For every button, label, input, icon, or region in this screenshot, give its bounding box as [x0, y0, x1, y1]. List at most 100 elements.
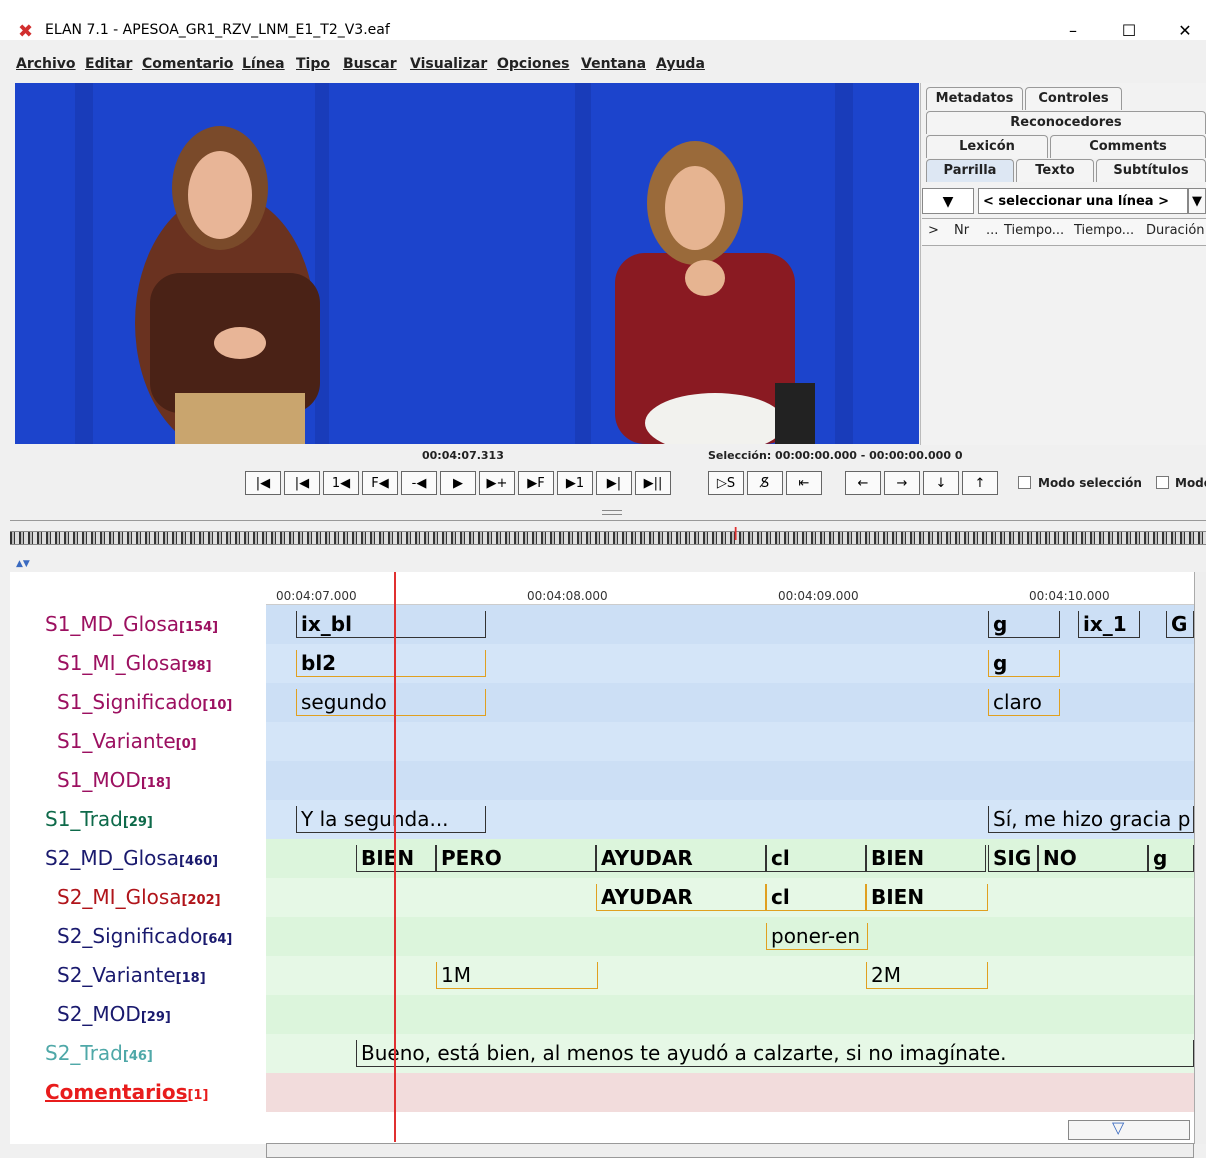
tier-name-s2_mod[interactable]: S2_MOD[29] [10, 995, 266, 1034]
menu-ayuda[interactable]: Ayuda [656, 56, 705, 72]
selection-begin-button[interactable]: ⇤ [786, 471, 822, 495]
previous-frame-button[interactable]: F◀ [362, 471, 398, 495]
grid-col-duracion[interactable]: Duración [1146, 223, 1205, 238]
annotation[interactable]: segundo [296, 689, 486, 716]
tab-texto[interactable]: Texto [1016, 159, 1094, 182]
next-scrollview-button[interactable]: ▶| [596, 471, 632, 495]
annotation[interactable]: Y la segunda... [296, 806, 486, 833]
zoom-slider[interactable] [1068, 1120, 1190, 1140]
annotation[interactable]: g [988, 611, 1060, 638]
annotation[interactable]: g [1148, 845, 1194, 872]
tab-subtitulos[interactable]: Subtítulos [1096, 159, 1206, 182]
annotation[interactable]: 1M [436, 962, 598, 989]
tier-select[interactable]: < seleccionar una línea > [978, 188, 1188, 214]
menu-comentario[interactable]: Comentario [142, 56, 233, 72]
playhead-cursor[interactable] [394, 572, 396, 1142]
previous-second-button[interactable]: 1◀ [323, 471, 359, 495]
tab-metadatos[interactable]: Metadatos [926, 87, 1023, 110]
tab-reconocedores[interactable]: Reconocedores [926, 111, 1206, 134]
menu-linea[interactable]: Línea [242, 56, 285, 72]
menu-ventana[interactable]: Ventana [581, 56, 646, 72]
tier-row[interactable]: poner-en [266, 917, 1194, 956]
tier-name-s2_variante[interactable]: S2_Variante[18] [10, 956, 266, 995]
minimize-button[interactable]: – [1050, 16, 1096, 46]
annotation[interactable]: BIEN [866, 884, 988, 911]
tab-controles[interactable]: Controles [1025, 87, 1122, 110]
tier-row[interactable]: AYUDAR cl BIEN [266, 878, 1194, 917]
menu-visualizar[interactable]: Visualizar [410, 56, 487, 72]
tier-row[interactable] [266, 1073, 1194, 1112]
annotation[interactable]: AYUDAR [596, 884, 766, 911]
tier-row[interactable] [266, 995, 1194, 1034]
tier-name-s2_trad[interactable]: S2_Trad[46] [10, 1034, 266, 1073]
tier-name-s2_mi_glosa[interactable]: S2_MI_Glosa[202] [10, 878, 266, 917]
chevron-down-icon[interactable]: ▼ [1188, 188, 1206, 214]
tier-row[interactable]: 1M 2M [266, 956, 1194, 995]
tier-row[interactable]: Y la segunda... Sí, me hizo gracia p [266, 800, 1194, 839]
tier-row[interactable]: BIEN PERO AYUDAR cl BIEN SIG NO g [266, 839, 1194, 878]
overview-ruler[interactable] [10, 531, 1206, 545]
arrow-down-button[interactable]: ↓ [923, 471, 959, 495]
tab-parrilla[interactable]: Parrilla [926, 159, 1014, 182]
tier-name-s1_variante[interactable]: S1_Variante[0] [10, 722, 266, 761]
annotation[interactable]: g [988, 650, 1060, 677]
arrow-up-button[interactable]: ↑ [962, 471, 998, 495]
annotation[interactable]: Sí, me hizo gracia p [988, 806, 1194, 833]
annotation[interactable]: bl2 [296, 650, 486, 677]
grid-col-nr[interactable]: Nr [954, 223, 969, 238]
annotation[interactable]: G [1166, 611, 1194, 638]
menu-editar[interactable]: Editar [85, 56, 132, 72]
other-mode-checkbox[interactable] [1156, 476, 1169, 489]
next-frame-button[interactable]: ▶F [518, 471, 554, 495]
annotation[interactable]: claro [988, 689, 1060, 716]
go-to-begin-button[interactable]: |◀ [245, 471, 281, 495]
tier-row[interactable]: segundo claro [266, 683, 1194, 722]
menu-tipo[interactable]: Tipo [296, 56, 330, 72]
annotation[interactable]: BIEN [356, 845, 436, 872]
annotation[interactable]: BIEN [866, 845, 986, 872]
annotation[interactable]: 2M [866, 962, 988, 989]
arrow-right-button[interactable]: → [884, 471, 920, 495]
annotation[interactable]: cl [766, 845, 866, 872]
annotation[interactable]: Bueno, está bien, al menos te ayudó a ca… [356, 1040, 1194, 1067]
collapse-arrows-icon[interactable]: ▲▼ [16, 559, 30, 569]
tier-name-s2_significado[interactable]: S2_Significado[64] [10, 917, 266, 956]
tier-row[interactable]: bl2 g [266, 644, 1194, 683]
menu-buscar[interactable]: Buscar [343, 56, 397, 72]
previous-scrollview-button[interactable]: |◀ [284, 471, 320, 495]
tier-name-comentarios[interactable]: Comentarios[1] [10, 1073, 266, 1112]
play-button[interactable]: ▶ [440, 471, 476, 495]
annotation[interactable]: cl [766, 884, 866, 911]
annotation[interactable]: NO [1038, 845, 1148, 872]
maximize-button[interactable]: ☐ [1106, 16, 1152, 46]
tier-row[interactable] [266, 761, 1194, 800]
grid-col-dots[interactable]: ... [986, 223, 998, 238]
annotation[interactable]: ix_bl [296, 611, 486, 638]
tier-name-s1_md_glosa[interactable]: S1_MD_Glosa[154] [10, 605, 266, 644]
tier-name-s1_mod[interactable]: S1_MOD[18] [10, 761, 266, 800]
zoom-slider-thumb[interactable]: ▽ [1112, 1118, 1124, 1137]
play-selection-button[interactable]: ▷S [708, 471, 744, 495]
splitter-handle[interactable] [602, 510, 622, 515]
tier-name-s1_trad[interactable]: S1_Trad[29] [10, 800, 266, 839]
tab-lexicon[interactable]: Lexicón [926, 135, 1048, 158]
tier-row[interactable]: ix_bl g ix_1 G [266, 605, 1194, 644]
video-viewer[interactable] [15, 83, 919, 444]
vertical-scrollbar[interactable] [1194, 572, 1206, 1144]
previous-ms-button[interactable]: -◀ [401, 471, 437, 495]
horizontal-scrollbar[interactable] [266, 1143, 1194, 1158]
grid-col-tiempo-inicio[interactable]: Tiempo... [1004, 223, 1064, 238]
tier-dropdown-button[interactable]: ▼ [922, 188, 974, 214]
menu-archivo[interactable]: Archivo [16, 56, 76, 72]
tier-name-s2_md_glosa[interactable]: S2_MD_Glosa[460] [10, 839, 266, 878]
annotation[interactable]: ix_1 [1078, 611, 1140, 638]
next-second-button[interactable]: ▶1 [557, 471, 593, 495]
tab-comments[interactable]: Comments [1050, 135, 1206, 158]
tier-row[interactable]: Bueno, está bien, al menos te ayudó a ca… [266, 1034, 1194, 1073]
arrow-left-button[interactable]: ← [845, 471, 881, 495]
close-button[interactable]: ✕ [1162, 16, 1206, 46]
menu-opciones[interactable]: Opciones [497, 56, 569, 72]
tier-name-s1_mi_glosa[interactable]: S1_MI_Glosa[98] [10, 644, 266, 683]
selection-mode-checkbox[interactable] [1018, 476, 1031, 489]
annotation[interactable]: PERO [436, 845, 596, 872]
